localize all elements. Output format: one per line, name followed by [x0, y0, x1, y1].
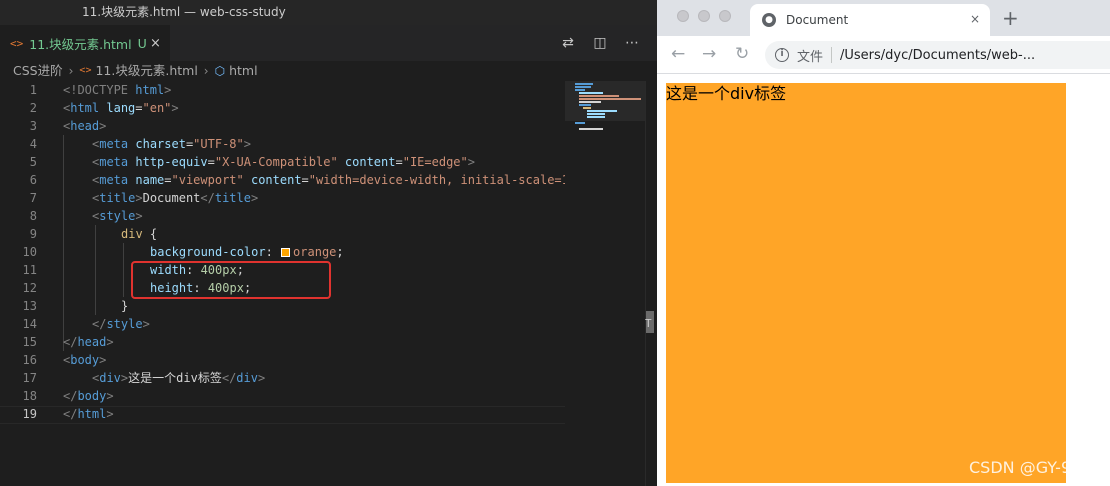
- more-actions-icon[interactable]: ⋯: [623, 35, 641, 51]
- chevron-right-icon: ›: [203, 64, 209, 78]
- breadcrumb-symbol[interactable]: html: [229, 61, 257, 81]
- orange-block-div: 这是一个div标签: [666, 83, 1066, 483]
- code-line: 2 <html lang="en">: [29, 101, 179, 115]
- watermark-text: CSDN @GY-93: [969, 458, 1082, 477]
- back-arrow-icon[interactable]: ←: [671, 43, 685, 65]
- vertical-scrollbar[interactable]: T: [645, 81, 657, 486]
- tab-filename: 11.块级元素.html: [29, 36, 132, 52]
- code-editor-window: 11.块级元素.html — web-css-study <> 11.块级元素.…: [0, 0, 657, 486]
- breadcrumb: CSS进阶 › <> 11.块级元素.html › ⬡ html: [0, 61, 657, 81]
- page-viewport: 这是一个div标签 CSDN @GY-93: [657, 75, 1110, 486]
- code-line: 15 </head>: [22, 335, 114, 349]
- address-scheme-label: 文件: [797, 49, 824, 65]
- code-line: 14 </style>: [22, 317, 150, 331]
- reload-icon[interactable]: ↻: [735, 43, 749, 65]
- code-line: 10 background-color: orange;: [22, 245, 344, 259]
- window-zoom-dot[interactable]: [719, 10, 731, 22]
- code-line: 16 <body>: [22, 353, 107, 367]
- new-tab-button[interactable]: +: [1002, 6, 1019, 30]
- window-title: 11.块级元素.html — web-css-study: [0, 0, 657, 25]
- browser-tab-title: Document: [786, 13, 849, 27]
- minimap[interactable]: [565, 81, 645, 486]
- address-divider: [831, 47, 833, 63]
- untracked-badge: U: [137, 35, 147, 51]
- browser-tab-strip: ● Document × +: [657, 0, 1110, 36]
- address-url[interactable]: /Users/dyc/Documents/web-...: [840, 48, 1035, 63]
- code-line: 7 <title>Document</title>: [29, 191, 259, 205]
- globe-icon: ●: [762, 13, 776, 27]
- code-line: 6 <meta name="viewport" content="width=de…: [29, 173, 569, 187]
- browser-tab-close-icon[interactable]: ×: [970, 12, 980, 26]
- code-line: 1 <!DOCTYPE html>: [29, 83, 172, 97]
- breadcrumb-folder[interactable]: CSS进阶: [13, 61, 63, 81]
- symbol-cube-icon: ⬡: [214, 64, 226, 78]
- editor-tabs: <> 11.块级元素.html U × ⇄ ◫ ⋯: [0, 25, 657, 61]
- tab-active-file[interactable]: <> 11.块级元素.html U ×: [0, 25, 170, 61]
- code-line: 3 <head>: [29, 119, 107, 133]
- code-line: 9 div {: [29, 227, 158, 241]
- code-line: 17 <div>这是一个div标签</div>: [22, 371, 266, 385]
- browser-tab-document[interactable]: ● Document ×: [750, 4, 990, 36]
- info-icon[interactable]: i: [775, 48, 789, 62]
- address-bar[interactable]: i 文件 /Users/dyc/Documents/web-...: [765, 41, 1110, 69]
- html-file-icon: <>: [79, 65, 92, 76]
- annotation-highlight-box: [131, 261, 331, 299]
- browser-window: ● Document × + ← → ↻ i 文件 /Users/dyc/Doc…: [657, 0, 1110, 486]
- color-swatch-icon[interactable]: [281, 248, 291, 257]
- breadcrumb-file[interactable]: 11.块级元素.html: [95, 61, 197, 81]
- browser-toolbar: ← → ↻ i 文件 /Users/dyc/Documents/web-...: [657, 36, 1110, 74]
- code-line: 4 <meta charset="UTF-8">: [29, 137, 251, 151]
- code-line: 19 </html>: [22, 407, 114, 421]
- html-file-icon: <>: [10, 36, 24, 50]
- chevron-right-icon: ›: [68, 64, 74, 78]
- open-changes-icon[interactable]: ⇄: [559, 35, 577, 51]
- code-line: 18 </body>: [22, 389, 114, 403]
- code-line: 13}: [22, 299, 129, 313]
- code-line: 5 <meta http-equiv="X-UA-Compatible" cont…: [29, 155, 475, 169]
- split-editor-icon[interactable]: ◫: [591, 35, 609, 51]
- code-editor[interactable]: 1 <!DOCTYPE html> 2 <html lang="en"> 3 <hea…: [0, 81, 569, 486]
- code-line: 8 <style>: [29, 209, 143, 223]
- scroll-marker: T: [645, 317, 652, 330]
- tab-close-icon[interactable]: ×: [150, 36, 161, 51]
- forward-arrow-icon[interactable]: →: [702, 43, 716, 65]
- editor-actions: ⇄ ◫ ⋯: [559, 25, 641, 61]
- window-minimize-dot[interactable]: [698, 10, 710, 22]
- div-text: 这是一个div标签: [666, 84, 787, 103]
- window-close-dot[interactable]: [677, 10, 689, 22]
